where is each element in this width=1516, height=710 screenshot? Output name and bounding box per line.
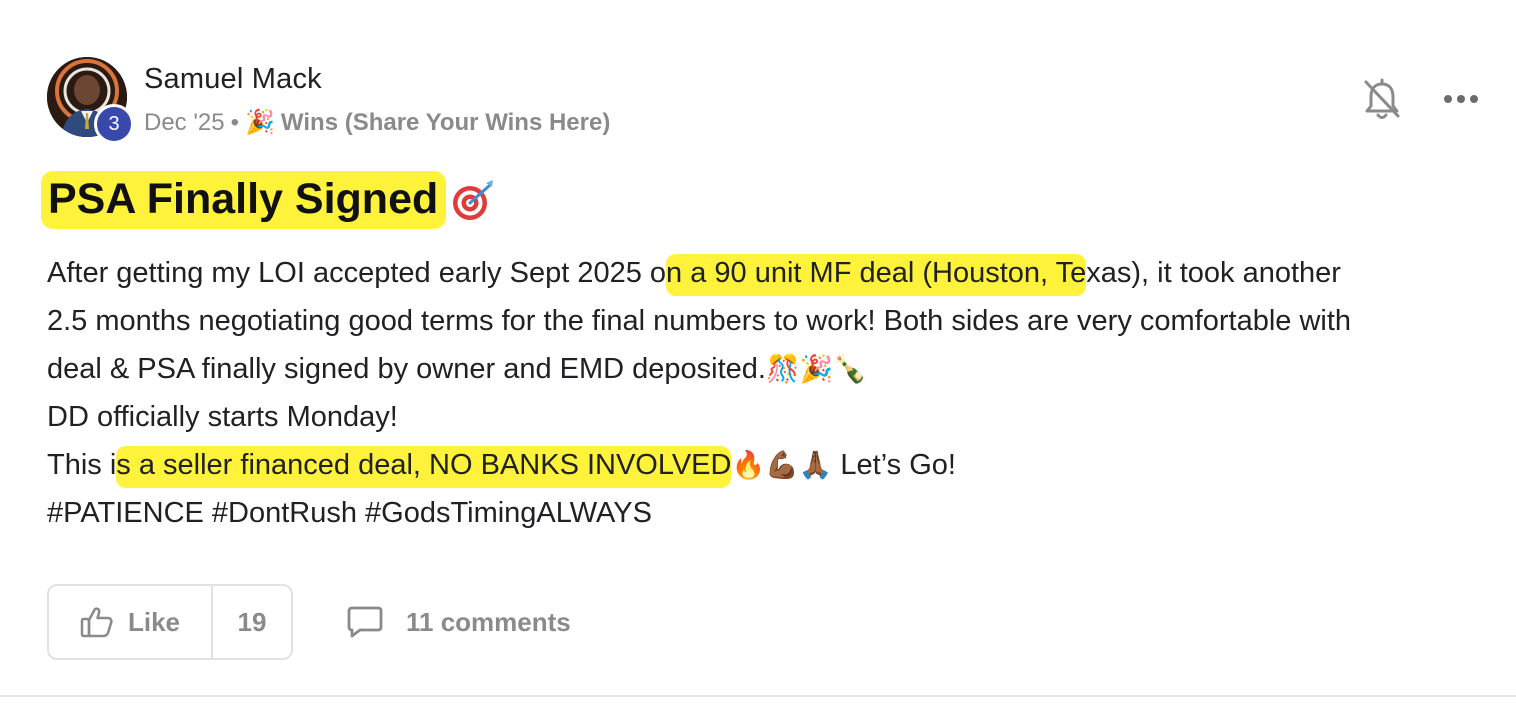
- body-text: 2.5 months negotiating good terms for th…: [47, 305, 1352, 337]
- comment-icon: [347, 606, 383, 638]
- dart-target-icon: [453, 180, 494, 220]
- like-group: Like 19: [47, 584, 293, 660]
- post-divider: [0, 695, 1516, 697]
- body-text: After getting my LOI accepted early Sept…: [47, 257, 667, 289]
- celebration-emoji: 🎊🎉🍾: [765, 354, 867, 385]
- post-title-row: PSA Finally Signed: [41, 171, 496, 229]
- post-actions: Like 19 11 comments: [47, 584, 571, 660]
- post-date[interactable]: Dec '25: [144, 109, 225, 137]
- author-avatar[interactable]: 3: [47, 57, 134, 144]
- body-text: deal & PSA finally signed by owner and E…: [47, 353, 766, 385]
- post-card: 3 Samuel Mack Dec '25 • 🎉 Wins (Share Yo…: [0, 0, 1516, 710]
- highlighted-text: n a 90 unit MF deal (Houston, Te: [666, 254, 1087, 296]
- thumbs-up-icon: [80, 607, 113, 638]
- body-line: DD officially starts Monday!: [47, 393, 1507, 441]
- like-button[interactable]: Like: [49, 586, 213, 658]
- body-text: DD officially starts Monday!: [47, 401, 398, 433]
- bell-off-icon: [1364, 78, 1400, 119]
- highlighted-text: s a seller financed deal, NO BANKS INVOL…: [116, 446, 732, 488]
- more-horizontal-icon: [1444, 95, 1478, 103]
- post-category[interactable]: Wins (Share Your Wins Here): [281, 109, 610, 137]
- like-label: Like: [127, 606, 181, 637]
- post-title[interactable]: PSA Finally Signed: [41, 171, 447, 229]
- more-options-button[interactable]: [1440, 84, 1482, 114]
- post-meta: Dec '25 • 🎉 Wins (Share Your Wins Here): [144, 108, 610, 137]
- body-text: This i: [47, 449, 117, 481]
- fire-strength-pray-emoji: 🔥💪🏾🙏🏾: [731, 450, 833, 481]
- party-popper-icon: 🎉: [245, 109, 275, 136]
- comments-button[interactable]: 11 comments: [346, 605, 571, 639]
- body-line: 2.5 months negotiating good terms for th…: [47, 297, 1507, 345]
- comments-label: 11 comments: [406, 606, 571, 637]
- body-line: After getting my LOI accepted early Sept…: [47, 249, 1507, 297]
- hashtags: #PATIENCE #DontRush #GodsTimingALWAYS: [47, 497, 652, 529]
- post-body: After getting my LOI accepted early Sept…: [47, 249, 1507, 537]
- body-line: This is a seller financed deal, NO BANKS…: [47, 441, 1507, 489]
- level-badge: 3: [94, 104, 134, 144]
- body-line: deal & PSA finally signed by owner and E…: [47, 345, 1507, 393]
- author-name[interactable]: Samuel Mack: [144, 63, 322, 96]
- body-text: Let’s Go!: [832, 449, 956, 481]
- meta-separator: •: [230, 108, 240, 136]
- body-line: #PATIENCE #DontRush #GodsTimingALWAYS: [47, 489, 1507, 537]
- notification-bell-button[interactable]: [1362, 78, 1402, 122]
- like-count[interactable]: 19: [213, 586, 291, 658]
- body-text: xas), it took another: [1086, 257, 1341, 289]
